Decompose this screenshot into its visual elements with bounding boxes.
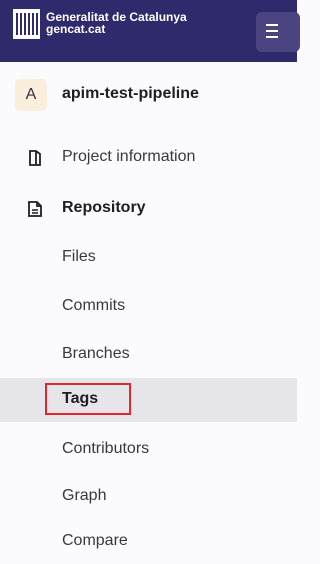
sidebar-subitem-graph[interactable]: Graph bbox=[0, 475, 297, 519]
repository-icon bbox=[28, 201, 42, 217]
contributors-label: Contributors bbox=[62, 440, 150, 457]
sidebar-subitem-compare[interactable]: Compare bbox=[0, 520, 297, 564]
project-avatar: A bbox=[15, 79, 47, 111]
project-name: apim-test-pipeline bbox=[62, 85, 199, 102]
commits-label: Commits bbox=[62, 297, 126, 314]
hamburger-line bbox=[266, 36, 278, 38]
brand-text[interactable]: Generalitat de Catalunya gencat.cat bbox=[46, 11, 187, 35]
hamburger-menu-icon bbox=[266, 24, 278, 26]
sidebar-subitem-tags[interactable]: Tags bbox=[0, 378, 297, 422]
hamburger-line bbox=[266, 30, 278, 32]
top-bar: Generalitat de Catalunya gencat.cat bbox=[0, 0, 300, 62]
repository-label: Repository bbox=[62, 199, 146, 216]
branches-label: Branches bbox=[62, 345, 130, 362]
project-information-icon bbox=[29, 150, 41, 166]
tags-label: Tags bbox=[62, 390, 99, 407]
graph-label: Graph bbox=[62, 487, 107, 504]
sidebar-subitem-files[interactable]: Files bbox=[0, 236, 297, 280]
sidebar-item-project-information[interactable]: Project information bbox=[0, 138, 297, 178]
sidebar-subitem-commits[interactable]: Commits bbox=[0, 285, 297, 329]
sidebar-subitem-branches[interactable]: Branches bbox=[0, 333, 297, 377]
compare-label: Compare bbox=[62, 532, 128, 549]
hamburger-menu-button[interactable] bbox=[256, 12, 300, 52]
sidebar-item-repository[interactable]: Repository bbox=[0, 189, 297, 229]
project-header[interactable]: A apim-test-pipeline bbox=[0, 78, 297, 126]
sidebar-subitem-contributors[interactable]: Contributors bbox=[0, 428, 297, 472]
files-label: Files bbox=[62, 248, 96, 265]
gencat-logo-icon[interactable] bbox=[13, 9, 40, 39]
sidebar: A apim-test-pipeline Project information… bbox=[0, 62, 297, 559]
project-information-label: Project information bbox=[62, 148, 196, 165]
brand-line2: gencat.cat bbox=[46, 22, 106, 36]
